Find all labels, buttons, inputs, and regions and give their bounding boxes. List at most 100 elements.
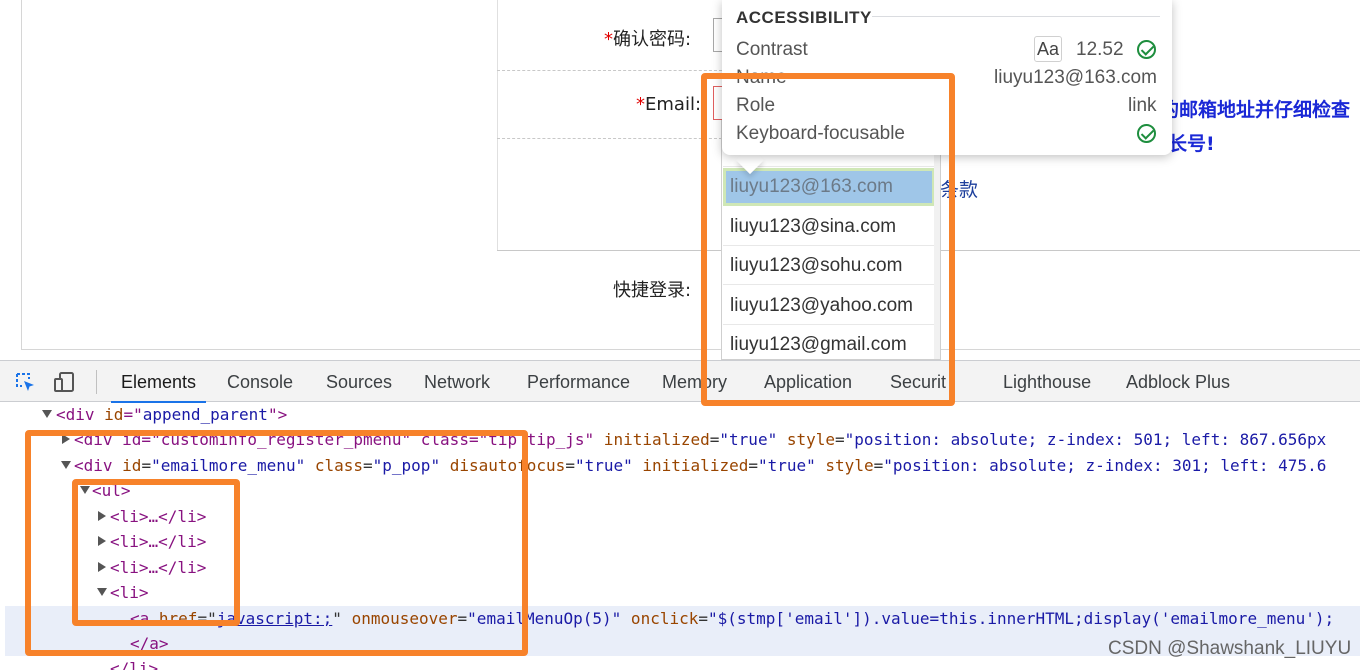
check-circle-icon: [1137, 124, 1156, 143]
expand-triangle-icon[interactable]: [42, 410, 52, 418]
page-border: [21, 349, 1360, 350]
collapse-triangle-icon[interactable]: [98, 511, 106, 521]
expand-triangle-icon[interactable]: [97, 588, 107, 596]
email-suggestion-yahoo[interactable]: liuyu123@yahoo.com: [723, 287, 935, 325]
tab-elements[interactable]: Elements: [111, 361, 207, 403]
tag-open: <div: [74, 456, 123, 475]
tab-memory[interactable]: Memory: [662, 361, 727, 403]
confirm-password-text: 确认密码:: [613, 29, 692, 50]
keyboard-focusable-label: Keyboard-focusable: [736, 123, 905, 144]
dom-node-li[interactable]: <li>…</li>: [0, 555, 1360, 580]
contrast-aa-badge: Aa: [1034, 36, 1062, 62]
tab-application[interactable]: Application: [764, 361, 852, 403]
tag-open: <div: [56, 405, 105, 424]
accessibility-tooltip: ACCESSIBILITY Contrast Aa 12.52 Name liu…: [722, 0, 1172, 155]
form-row-divider: [497, 138, 722, 139]
form-divider: [497, 0, 498, 250]
tab-performance[interactable]: Performance: [527, 361, 630, 403]
attr-value: "position: absolute; z-index: 301; left:…: [883, 456, 1327, 475]
contrast-label: Contrast: [736, 39, 808, 60]
email-label-text: Email:: [645, 94, 702, 115]
attr-value: "p_pop": [372, 456, 441, 475]
form-row-divider: [497, 70, 722, 71]
toolbar-separator: [96, 370, 97, 394]
device-toolbar-icon[interactable]: [54, 371, 76, 393]
attr-value: "position: absolute; z-index: 501; left:…: [844, 430, 1327, 449]
attr-value: "$(stmp['email']).value=this.innerHTML;d…: [708, 609, 1335, 628]
dom-node-anchor[interactable]: <a href="javascript:;" onmouseover="emai…: [5, 606, 1360, 631]
attr-value: "true": [719, 430, 778, 449]
dom-node-li[interactable]: <li>…</li>: [0, 504, 1360, 529]
li-tag: <li>…</li>: [110, 532, 207, 551]
li-tag: <li>…</li>: [110, 507, 207, 526]
attr-eq: =": [123, 405, 143, 424]
attr-name: class: [305, 456, 363, 475]
tab-console[interactable]: Console: [227, 361, 293, 403]
tab-lighthouse[interactable]: Lighthouse: [1003, 361, 1091, 403]
attr-name: style: [815, 456, 874, 475]
email-suggestion-163[interactable]: liuyu123@163.com: [723, 168, 935, 206]
attr-name: id: [104, 405, 124, 424]
tag-text: <div id="custominfo_register_pmenu" clas…: [74, 430, 595, 449]
dropdown-scrollbar[interactable]: [934, 121, 940, 359]
li-tag: <li>: [110, 583, 149, 602]
tooltip-title: ACCESSIBILITY: [736, 8, 872, 27]
attr-name: style: [777, 430, 835, 449]
tab-adblock-plus[interactable]: Adblock Plus: [1126, 361, 1230, 403]
a-close-tag: </a>: [130, 634, 169, 653]
web-page: *确认密码: *Email: 的邮箱地址并仔细检查 长号! 条款 快捷登录: p…: [0, 0, 1360, 360]
contrast-value: 12.52: [1076, 39, 1124, 60]
dom-node-emailmore-menu[interactable]: <div id="emailmore_menu" class="p_pop" d…: [0, 453, 1360, 478]
name-label: Name: [736, 67, 787, 88]
tab-security[interactable]: Security: [890, 361, 946, 403]
ul-tag: <ul>: [92, 481, 131, 500]
inspect-element-icon[interactable]: [14, 371, 36, 393]
attr-name: href: [158, 609, 198, 628]
attr-name: id: [122, 456, 142, 475]
attr-value: "emailmore_menu": [151, 456, 306, 475]
page-border: [21, 0, 22, 350]
attr-value: "true": [757, 456, 816, 475]
collapse-triangle-icon[interactable]: [98, 536, 106, 546]
watermark: CSDN @Shawshank_LIUYU: [1108, 638, 1352, 659]
dom-tree: <div id="append_parent"> <div id="custom…: [0, 402, 1360, 670]
tab-network[interactable]: Network: [424, 361, 490, 403]
attr-name: initialized: [594, 430, 710, 449]
dom-node-li-expanded[interactable]: <li>: [0, 580, 1360, 605]
tag-open: <a: [130, 609, 159, 628]
terms-link[interactable]: 条款: [940, 175, 978, 202]
attr-name: onclick: [621, 609, 699, 628]
email-suggestion-sohu[interactable]: liuyu123@sohu.com: [723, 247, 935, 285]
quick-login-label: 快捷登录:: [613, 280, 692, 301]
email-suggestion-gmail[interactable]: liuyu123@gmail.com: [723, 326, 935, 359]
email-suggestion-sina[interactable]: liuyu123@sina.com: [723, 208, 935, 246]
name-value: liuyu123@163.com: [994, 67, 1157, 88]
li-tag: <li>…</li>: [110, 558, 207, 577]
attr-value: append_parent: [142, 405, 268, 424]
li-close-tag: </li>: [110, 659, 159, 670]
required-mark: *: [636, 94, 645, 115]
attr-name: initialized: [632, 456, 749, 475]
devtools-panel: Elements Console Sources Network Perform…: [0, 360, 1360, 670]
required-mark: *: [604, 29, 613, 50]
role-label: Role: [736, 95, 776, 116]
tag-close: ">: [267, 405, 288, 424]
email-notice-2: 长号!: [1168, 133, 1215, 155]
dom-node-ul[interactable]: <ul>: [0, 478, 1360, 503]
expand-triangle-icon[interactable]: [80, 486, 90, 494]
collapse-triangle-icon[interactable]: [98, 562, 106, 572]
confirm-password-label: *确认密码:: [604, 25, 691, 51]
role-value: link: [1128, 95, 1157, 116]
email-label: *Email:: [636, 94, 701, 115]
expand-triangle-icon[interactable]: [61, 461, 71, 469]
attr-value: "true": [574, 456, 633, 475]
collapse-triangle-icon[interactable]: [62, 434, 70, 444]
dom-node-append-parent[interactable]: <div id="append_parent">: [0, 402, 1360, 427]
tab-sources[interactable]: Sources: [326, 361, 392, 403]
dom-node-custominfo[interactable]: <div id="custominfo_register_pmenu" clas…: [0, 427, 1360, 452]
attr-value: "emailMenuOp(5)": [467, 609, 622, 628]
dom-node-li[interactable]: <li>…</li>: [0, 529, 1360, 554]
href-link[interactable]: javascript:;: [217, 609, 333, 628]
devtools-toolbar: Elements Console Sources Network Perform…: [0, 360, 1360, 403]
tooltip-divider: [872, 16, 1160, 17]
